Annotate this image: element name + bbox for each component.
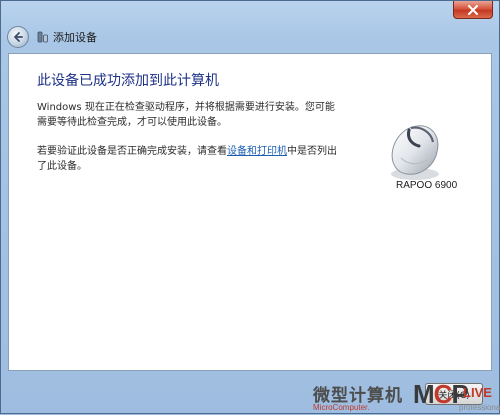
back-button[interactable] [7, 26, 29, 48]
content-panel: 此设备已成功添加到此计算机 Windows 现在正在检查驱动程序，并将根据需要进… [8, 53, 492, 371]
verify-text-prefix: 若要验证此设备是否正确完成安装，请查看 [37, 146, 227, 157]
page-heading: 此设备已成功添加到此计算机 [37, 73, 219, 89]
watermark-en-text: MicroComputer. [313, 403, 370, 412]
watermark-logo-m: M [413, 379, 435, 409]
publisher-watermark: 微型计算机 MicroComputer. MCP LIVE profession… [313, 379, 500, 415]
watermark-pro-text: professional [459, 403, 500, 412]
navigation-bar: 添加设备 [7, 25, 97, 49]
window-title: 添加设备 [53, 31, 97, 44]
status-paragraph: Windows 现在正在检查驱动程序，并将根据需要进行安装。您可能需要等待此检查… [37, 102, 335, 128]
device-add-icon [37, 30, 49, 44]
add-device-window: 添加设备 此设备已成功添加到此计算机 Windows 现在正在检查驱动程序，并将… [0, 0, 500, 414]
mouse-icon [381, 118, 447, 184]
devices-and-printers-link[interactable]: 设备和打印机 [227, 146, 287, 157]
close-button[interactable] [453, 1, 493, 19]
close-icon [454, 1, 492, 18]
back-arrow-icon [12, 28, 24, 47]
device-name-label: RAPOO 6900 [396, 180, 458, 191]
verify-paragraph: 若要验证此设备是否正确完成安装，请查看设备和打印机中是否列出了此设备。 [37, 144, 337, 174]
watermark-live-text: LIVE [463, 385, 492, 400]
watermark-logo-c: C [433, 379, 453, 409]
